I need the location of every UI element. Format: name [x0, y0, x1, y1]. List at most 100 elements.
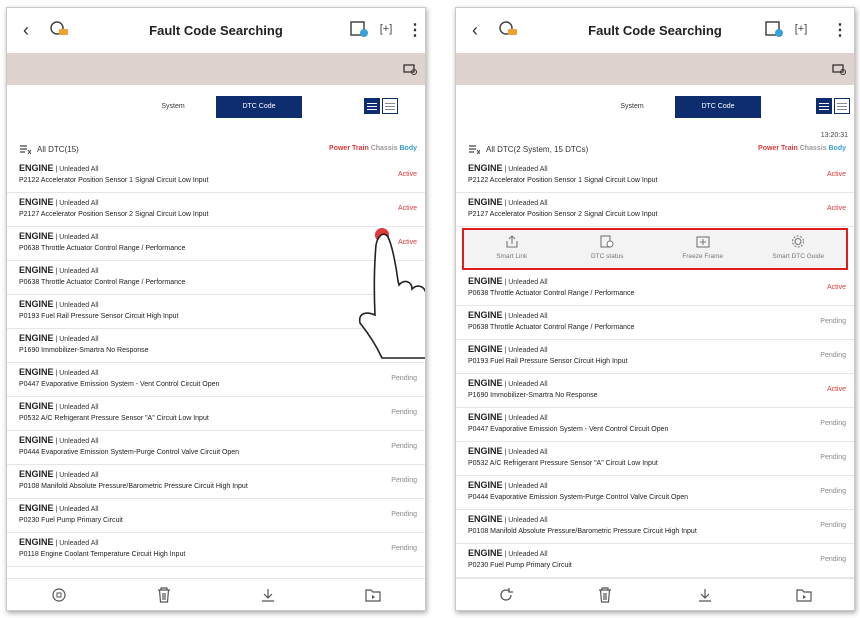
- home-icon[interactable]: [50, 586, 68, 604]
- dtc-variant: Unleaded All: [59, 302, 99, 309]
- filter-power-train[interactable]: Power Train: [329, 145, 369, 152]
- more-icon[interactable]: ⋮: [407, 20, 423, 40]
- filter-power-train[interactable]: Power Train: [758, 145, 798, 152]
- fullscreen-icon[interactable]: [+]: [377, 21, 395, 37]
- dtc-row[interactable]: ENGINE | Unleaded All P0444 Evaporative E…: [456, 476, 854, 510]
- dtc-variant: Unleaded All: [59, 404, 99, 411]
- vehicle-icon[interactable]: [832, 63, 846, 75]
- dtc-system-name: ENGINE: [19, 197, 54, 207]
- view-toggle: [816, 98, 850, 114]
- dtc-system: ENGINE | Unleaded All: [19, 231, 99, 241]
- dtc-list-header: All DTC(15) Power Train Chassis Body: [7, 140, 425, 160]
- dtc-system-name: ENGINE: [468, 344, 503, 354]
- dtc-row[interactable]: ENGINE | Unleaded All P0230 Fuel Pump Pri…: [7, 499, 425, 533]
- dtc-row[interactable]: ENGINE | Unleaded All P2127 Accelerator P…: [7, 193, 425, 227]
- dtc-description: P0108 Manifold Absolute Pressure/Baromet…: [19, 483, 248, 490]
- dtc-row[interactable]: ENGINE | Unleaded All P0444 Evaporative E…: [7, 431, 425, 465]
- dtc-list: ENGINE | Unleaded All P2122 Accelerator P…: [456, 159, 854, 227]
- dtc-variant: Unleaded All: [508, 200, 548, 207]
- smart-link-button[interactable]: Smart Link: [464, 230, 560, 268]
- dtc-description: P2127 Accelerator Position Sensor 2 Sign…: [468, 211, 658, 218]
- dtc-status-badge: Pending: [820, 352, 846, 359]
- grid-view-icon[interactable]: [834, 98, 850, 114]
- dtc-row[interactable]: ENGINE | Unleaded All P0532 A/C Refrigera…: [7, 397, 425, 431]
- dtc-system-name: ENGINE: [19, 265, 54, 275]
- dtc-row[interactable]: ENGINE | Unleaded All P2122 Accelerator P…: [7, 159, 425, 193]
- dtc-system-name: ENGINE: [468, 310, 503, 320]
- tab-system[interactable]: System: [130, 96, 216, 118]
- filter-body[interactable]: Body: [829, 145, 847, 152]
- dtc-status-badge: Pending: [820, 318, 846, 325]
- dtc-system-name: ENGINE: [468, 480, 503, 490]
- tab-dtc-code[interactable]: DTC Code: [216, 96, 302, 118]
- dtc-list-header: All DTC(2 System, 15 DTCs) 13:20:31 Powe…: [456, 132, 854, 160]
- dtc-variant: Unleaded All: [508, 347, 548, 354]
- dtc-row[interactable]: ENGINE | Unleaded All P2127 Accelerator P…: [456, 193, 854, 227]
- dtc-row[interactable]: ENGINE | Unleaded All P1690 Immobilizer-S…: [456, 374, 854, 408]
- smart-dtc-guide-button[interactable]: Smart DTC Guide: [751, 230, 847, 268]
- dtc-description: P0444 Evaporative Emission System-Purge …: [19, 449, 240, 456]
- dtc-row[interactable]: ENGINE | Unleaded All P0108 Manifold Abso…: [456, 510, 854, 544]
- grid-view-icon[interactable]: [382, 98, 398, 114]
- dtc-system-name: ENGINE: [468, 197, 503, 207]
- dtc-system-name: ENGINE: [19, 333, 54, 343]
- dtc-row[interactable]: ENGINE | Unleaded All P0230 Fuel Pump Pri…: [456, 544, 854, 578]
- view-segment: System DTC Code: [589, 96, 761, 118]
- filter-body[interactable]: Body: [400, 145, 418, 152]
- dtc-row[interactable]: ENGINE | Unleaded All P0118 Engine Coolan…: [7, 533, 425, 567]
- download-icon[interactable]: [696, 586, 714, 604]
- list-view-icon[interactable]: [364, 98, 380, 114]
- folder-icon[interactable]: [795, 586, 813, 604]
- ecu-icon[interactable]: [349, 20, 369, 38]
- dtc-variant: Unleaded All: [508, 551, 548, 558]
- list-view-icon[interactable]: [816, 98, 832, 114]
- refresh-icon[interactable]: [497, 586, 515, 604]
- filter-chassis[interactable]: Chassis: [800, 145, 827, 152]
- dtc-row[interactable]: ENGINE | Unleaded All P0108 Manifold Abso…: [7, 465, 425, 499]
- filter-chassis[interactable]: Chassis: [371, 145, 398, 152]
- dtc-row[interactable]: ENGINE | Unleaded All P0532 A/C Refrigera…: [456, 442, 854, 476]
- top-bar: ‹ Fault Code Searching [+] ⋮: [7, 8, 425, 52]
- dtc-variant: Unleaded All: [508, 483, 548, 490]
- dtc-action-bar: Smart Link DTC status Freeze Frame Smart…: [462, 228, 848, 270]
- fullscreen-icon[interactable]: [+]: [792, 21, 810, 37]
- filter-list-icon: [20, 145, 31, 155]
- dtc-system-name: ENGINE: [468, 412, 503, 422]
- dtc-status-badge: Active: [397, 171, 417, 178]
- dtc-variant: Unleaded All: [59, 438, 99, 445]
- freeze-frame-button[interactable]: Freeze Frame: [655, 230, 751, 268]
- dtc-row[interactable]: ENGINE | Unleaded All P0638 Throttle Actu…: [456, 306, 854, 340]
- dtc-description: P0193 Fuel Rail Pressure Sensor Circuit …: [19, 313, 179, 320]
- dtc-variant: Unleaded All: [508, 517, 548, 524]
- dtc-status-badge: Pending: [820, 420, 846, 427]
- bottom-toolbar: [456, 578, 854, 610]
- delete-icon[interactable]: [155, 586, 173, 604]
- timestamp: 13:20:31: [820, 132, 848, 139]
- dtc-row[interactable]: ENGINE | Unleaded All P2122 Accelerator P…: [456, 159, 854, 193]
- tab-system[interactable]: System: [589, 96, 675, 118]
- dtc-row[interactable]: ENGINE | Unleaded All P0193 Fuel Rail Pre…: [456, 340, 854, 374]
- dtc-description: P0230 Fuel Pump Primary Circuit: [19, 517, 123, 524]
- status-icon: [600, 235, 614, 248]
- delete-icon[interactable]: [596, 586, 614, 604]
- dtc-status-button[interactable]: DTC status: [560, 230, 656, 268]
- dtc-status-badge: Active: [826, 284, 846, 291]
- dtc-row[interactable]: ENGINE | Unleaded All P0447 Evaporative E…: [456, 408, 854, 442]
- dtc-description: P1690 Immobilizer-Smartra No Response: [19, 347, 149, 354]
- folder-icon[interactable]: [364, 586, 382, 604]
- dtc-variant: Unleaded All: [508, 415, 548, 422]
- tab-dtc-code[interactable]: DTC Code: [675, 96, 761, 118]
- dtc-variant: Unleaded All: [59, 200, 99, 207]
- dtc-description: P0193 Fuel Rail Pressure Sensor Circuit …: [468, 358, 628, 365]
- dtc-system-name: ENGINE: [19, 469, 54, 479]
- vehicle-icon[interactable]: [403, 63, 417, 75]
- dtc-description: P2122 Accelerator Position Sensor 1 Sign…: [468, 177, 658, 184]
- dtc-system: ENGINE | Unleaded All: [468, 480, 548, 490]
- download-icon[interactable]: [259, 586, 277, 604]
- dtc-system-name: ENGINE: [19, 299, 54, 309]
- dtc-system-name: ENGINE: [19, 401, 54, 411]
- more-icon[interactable]: ⋮: [832, 20, 848, 40]
- ecu-icon[interactable]: [764, 20, 784, 38]
- dtc-description: P0118 Engine Coolant Temperature Circuit…: [19, 551, 186, 558]
- dtc-row[interactable]: ENGINE | Unleaded All P0638 Throttle Actu…: [456, 272, 854, 306]
